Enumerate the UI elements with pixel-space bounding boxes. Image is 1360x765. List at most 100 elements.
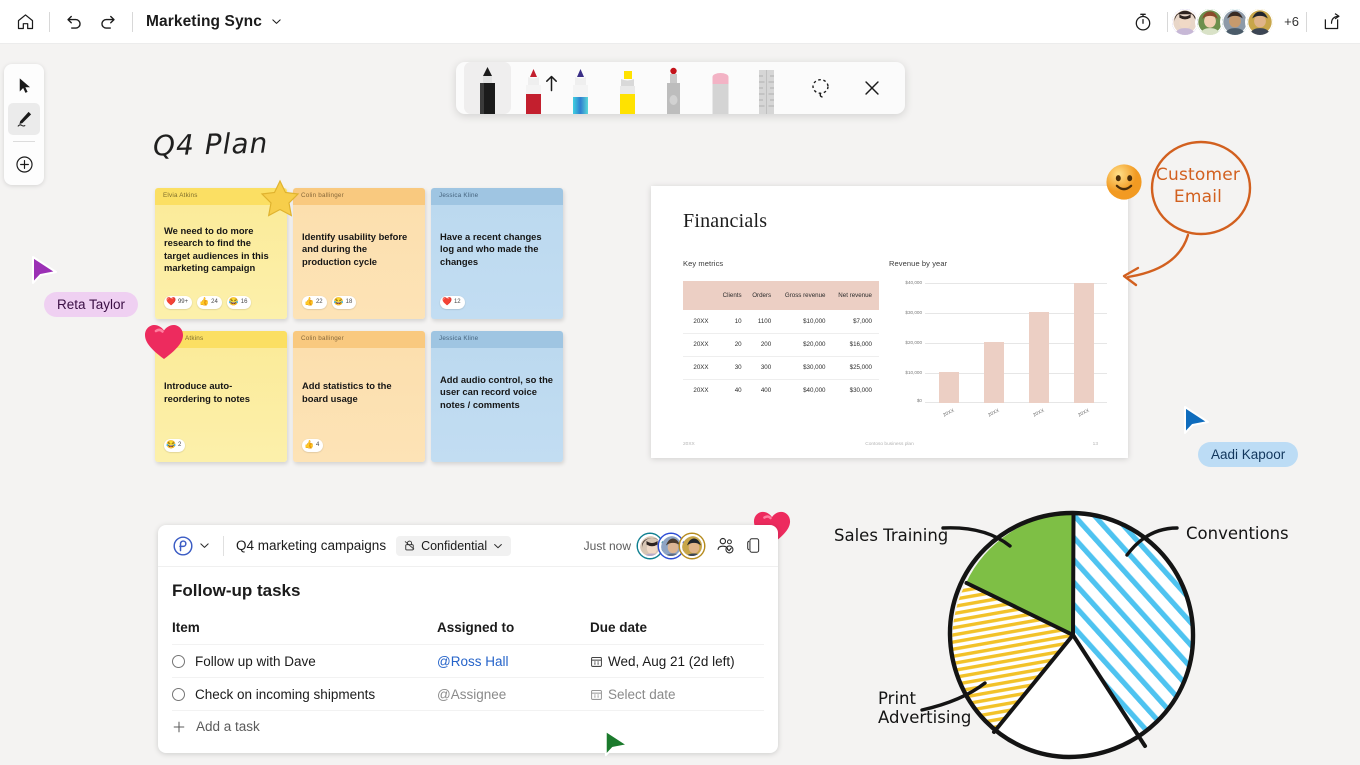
reaction-chip[interactable]: 😂 16: [226, 295, 252, 309]
reaction-chip[interactable]: 👍 22: [302, 295, 327, 309]
assignee-mention-placeholder: @Assignee: [437, 686, 507, 702]
component-menu-chevron[interactable]: [198, 539, 211, 552]
pen-toolbar: [456, 62, 905, 114]
task-item-cell: Check on incoming shipments: [172, 687, 437, 702]
sticky-note[interactable]: Colin ballinger Add statistics to the bo…: [293, 331, 425, 462]
divider: [49, 11, 50, 32]
note-reactions[interactable]: 😂 2: [155, 434, 287, 462]
note-author: Elvia Atkins: [163, 192, 198, 199]
sticky-note[interactable]: Jessica Kline Add audio control, so the …: [431, 331, 563, 462]
task-header-row: Item Assigned to Due date: [172, 611, 764, 644]
th-clients: Clients: [719, 281, 749, 310]
sticky-note[interactable]: Colin ballinger Identify usability befor…: [293, 188, 425, 319]
note-reactions[interactable]: 👍 22 😂 18: [293, 291, 425, 319]
task-row[interactable]: Follow up with Dave @Ross Hall Wed, Aug …: [172, 644, 764, 677]
add-content-button[interactable]: [8, 148, 40, 180]
cell-year: 20XX: [683, 356, 719, 380]
task-due-cell[interactable]: Select date: [590, 687, 764, 702]
component-name[interactable]: Q4 marketing campaigns: [236, 538, 386, 553]
home-button[interactable]: [8, 5, 42, 39]
note-reactions[interactable]: 👍 4: [293, 434, 425, 462]
task-row[interactable]: Check on incoming shipments @Assignee Se…: [172, 677, 764, 710]
task-checkbox[interactable]: [172, 654, 185, 668]
note-reactions[interactable]: ❤️ 12: [431, 291, 563, 319]
plus-icon: [173, 721, 185, 732]
pen-grey-button[interactable]: [650, 62, 697, 114]
sticky-note[interactable]: Atkins Introduce auto-reordering to note…: [155, 331, 287, 462]
mobile-preview-button[interactable]: [740, 536, 766, 555]
lasso-select-button[interactable]: [796, 62, 846, 114]
divider: [223, 535, 224, 556]
ink-tool-button[interactable]: [8, 103, 40, 135]
reaction-chip[interactable]: 👍 4: [302, 438, 324, 452]
top-bar-right-group: +6: [1126, 5, 1360, 39]
ruler-button[interactable]: [743, 62, 790, 114]
laugh-icon: 😂: [166, 440, 176, 449]
footer-center: Contoso business plan: [865, 441, 914, 447]
yellow-highlighter-icon: [619, 71, 635, 114]
th-gross-revenue: Gross revenue: [778, 281, 833, 310]
cell-year: 20XX: [683, 333, 719, 357]
slide-footer: 20XX Contoso business plan 13: [651, 438, 1128, 450]
share-people-button[interactable]: [710, 535, 740, 556]
reaction-chip[interactable]: 😂 18: [331, 295, 357, 309]
table-row: 20XX 30 300 $30,000 $25,000: [683, 356, 879, 380]
reaction-chip[interactable]: 👍 24: [197, 295, 222, 309]
x-tick-label: 20XX: [1077, 408, 1091, 419]
sensitivity-label-button[interactable]: Confidential: [396, 535, 512, 556]
task-assignee-cell[interactable]: @Assignee: [437, 687, 590, 702]
close-pen-toolbar-button[interactable]: [847, 62, 897, 114]
participants-avatar-group[interactable]: [1170, 6, 1276, 37]
cell-net: $25,000: [832, 356, 879, 380]
cell-clients: 10: [719, 310, 749, 334]
sticky-note[interactable]: Elvia Atkins We need to do more research…: [155, 188, 287, 319]
task-assignee-cell[interactable]: @Ross Hall: [437, 654, 590, 669]
cell-clients: 40: [734, 387, 742, 395]
pen-red-button[interactable]: [511, 62, 558, 114]
pen-black-button[interactable]: [464, 62, 511, 114]
app-top-bar: Marketing Sync +6: [0, 0, 1360, 44]
timer-button[interactable]: [1126, 5, 1160, 39]
task-avatar-3[interactable]: [680, 533, 704, 558]
y-tick-label: $20,000: [905, 340, 922, 345]
eraser-icon: [712, 73, 729, 114]
avatar-participant-4[interactable]: [1245, 6, 1276, 37]
task-checkbox[interactable]: [172, 687, 185, 701]
sticky-note[interactable]: Jessica Kline Have a recent changes log …: [431, 188, 563, 319]
reaction-count: 99+: [177, 299, 189, 305]
board-title-chevron[interactable]: [270, 15, 283, 28]
task-due-cell[interactable]: Wed, Aug 21 (2d left): [590, 654, 764, 669]
page-title: Q4 Plan: [152, 126, 269, 163]
loop-icon[interactable]: [172, 535, 194, 557]
note-text: Identify usability before and during the…: [302, 231, 408, 267]
add-task-label: Add a task: [196, 719, 260, 734]
loop-task-component[interactable]: Q4 marketing campaigns Confidential Just…: [158, 525, 778, 753]
cell-orders: 400: [760, 387, 772, 395]
table-row: 20XX 40 400 $40,000 $30,000: [683, 379, 879, 402]
eraser-button[interactable]: [697, 62, 744, 114]
y-tick-label: $30,000: [905, 310, 922, 315]
chevron-down-icon: [494, 543, 502, 548]
cell-orders: 1100: [748, 310, 779, 334]
avatar-overflow-count[interactable]: +6: [1284, 14, 1299, 29]
redo-button[interactable]: [91, 5, 125, 39]
component-header: Q4 marketing campaigns Confidential Just…: [158, 525, 778, 567]
mobile-icon: [746, 538, 759, 553]
reaction-chip[interactable]: ❤️ 12: [440, 295, 465, 309]
y-tick-label: $40,000: [905, 280, 922, 285]
avatar: [682, 535, 702, 556]
undo-button[interactable]: [57, 5, 91, 39]
calendar-icon: [591, 656, 602, 667]
note-reactions[interactable]: ❤️ 99+ 👍 24 😂 16: [155, 291, 287, 319]
reaction-chip[interactable]: 😂 2: [164, 438, 186, 452]
add-task-button[interactable]: Add a task: [172, 710, 764, 742]
select-tool-button[interactable]: [8, 69, 40, 101]
embedded-slide[interactable]: Financials Key metrics Revenue by year C…: [651, 186, 1128, 458]
reaction-chip[interactable]: ❤️ 99+: [164, 295, 193, 309]
share-button[interactable]: [1314, 5, 1348, 39]
table-row: 20XX 20 200 $20,000 $16,000: [683, 333, 879, 357]
whiteboard-canvas[interactable]: Marketing Sync +6 Q4 Plan Elvia Atkins W…: [0, 0, 1360, 765]
pen-blue-button[interactable]: [557, 62, 604, 114]
highlighter-yellow-button[interactable]: [604, 62, 651, 114]
bar: 20XX: [1029, 312, 1049, 418]
